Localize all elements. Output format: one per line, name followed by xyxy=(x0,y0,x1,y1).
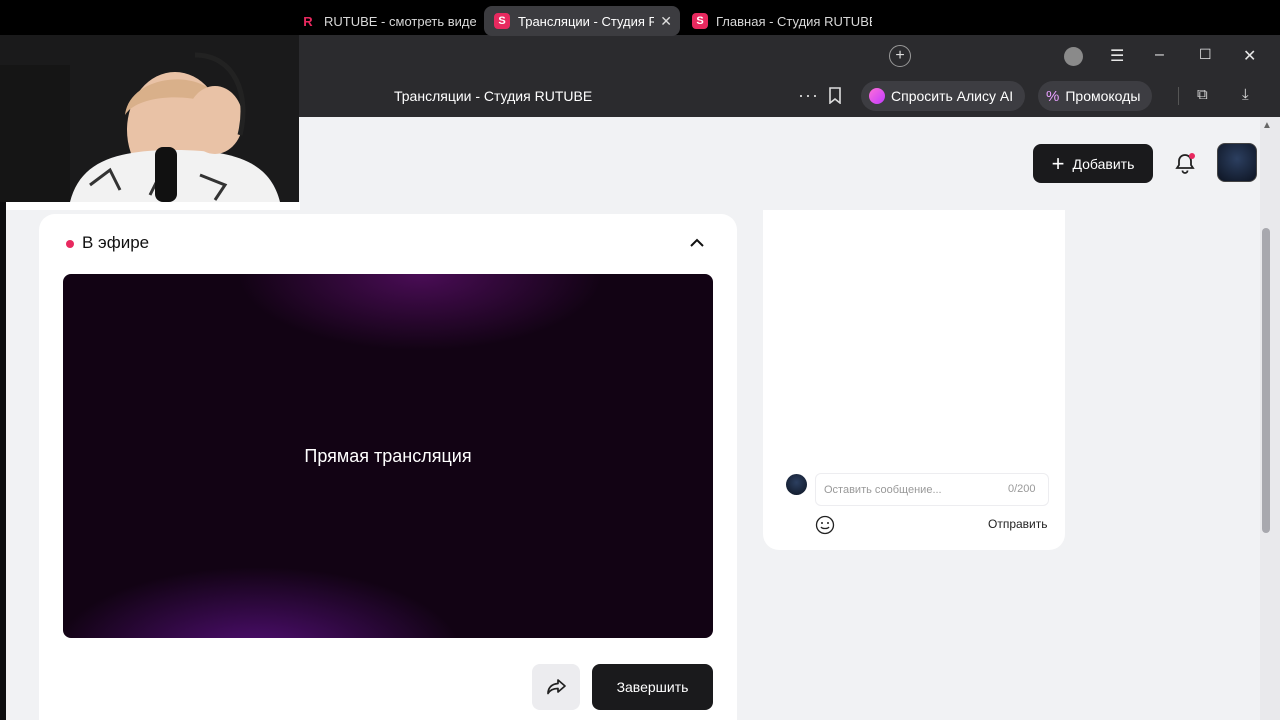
add-button-label: Добавить xyxy=(1072,155,1135,172)
streamer-figure xyxy=(0,35,299,202)
alisa-label: Спросить Алису AI xyxy=(891,88,1014,104)
new-tab-icon[interactable]: + xyxy=(889,45,911,67)
chevron-up-icon[interactable] xyxy=(688,235,706,251)
share-icon xyxy=(547,679,566,695)
alisa-icon xyxy=(869,88,885,104)
tab-studio-home[interactable]: S Главная - Студия RUTUBE xyxy=(692,6,872,36)
page-title[interactable]: Трансляции - Студия RUTUBE xyxy=(394,88,592,104)
tab-streams-studio[interactable]: S Трансляции - Студия RUTUBE ✕ xyxy=(484,6,680,36)
share-button[interactable] xyxy=(532,664,580,710)
promo-label: Промокоды xyxy=(1065,88,1141,104)
bookmark-icon[interactable] xyxy=(828,87,842,104)
plus-icon: + xyxy=(1051,150,1065,176)
rutube-favicon: R xyxy=(303,13,313,29)
tab-close-icon[interactable]: ✕ xyxy=(660,13,672,30)
close-window-icon[interactable]: ✕ xyxy=(1243,46,1256,66)
player-title: Прямая трансляция xyxy=(304,446,472,466)
chat-char-counter: 0/200 xyxy=(1008,483,1036,495)
window-edge xyxy=(6,202,300,210)
tab-title: RUTUBE - смотреть видео xyxy=(324,13,476,29)
profile-icon[interactable] xyxy=(1064,47,1083,66)
studio-favicon: S xyxy=(494,13,510,29)
toolbar-divider xyxy=(1178,87,1179,105)
live-indicator-dot xyxy=(66,240,74,248)
promo-percent-icon: % xyxy=(1046,87,1060,105)
send-button[interactable]: Отправить xyxy=(988,517,1048,531)
screen: R RUTUBE - смотреть видео S Трансляции -… xyxy=(0,0,1280,720)
promo-button[interactable]: % Промокоды xyxy=(1038,81,1153,111)
live-status-label: В эфире xyxy=(82,233,150,252)
emoji-icon[interactable] xyxy=(815,515,835,535)
webcam-overlay xyxy=(0,35,299,202)
avatar[interactable] xyxy=(1217,143,1257,182)
tab-title: Трансляции - Студия RUTUBE xyxy=(518,13,655,29)
add-button[interactable]: + Добавить xyxy=(1033,144,1153,183)
scroll-up-arrow[interactable]: ▲ xyxy=(1262,120,1272,131)
maximize-icon[interactable]: ☐ xyxy=(1199,46,1212,63)
download-icon[interactable]: ⤓ xyxy=(1242,86,1249,103)
scrollbar-thumb[interactable] xyxy=(1262,228,1270,533)
menu-icon[interactable]: ☰ xyxy=(1110,46,1124,66)
notification-badge xyxy=(1189,153,1195,159)
chat-avatar xyxy=(786,474,807,495)
tab-title: Главная - Студия RUTUBE xyxy=(716,13,872,29)
minimize-icon[interactable]: – xyxy=(1155,46,1164,64)
tab-rutube[interactable]: R RUTUBE - смотреть видео xyxy=(300,6,476,36)
studio-favicon: S xyxy=(692,13,708,29)
more-icon[interactable]: ··· xyxy=(798,85,819,106)
end-stream-button[interactable]: Завершить xyxy=(592,664,713,710)
alisa-button[interactable]: Спросить Алису AI xyxy=(861,81,1026,111)
split-view-icon[interactable]: ⧉ xyxy=(1197,86,1208,103)
window-edge xyxy=(0,202,6,720)
